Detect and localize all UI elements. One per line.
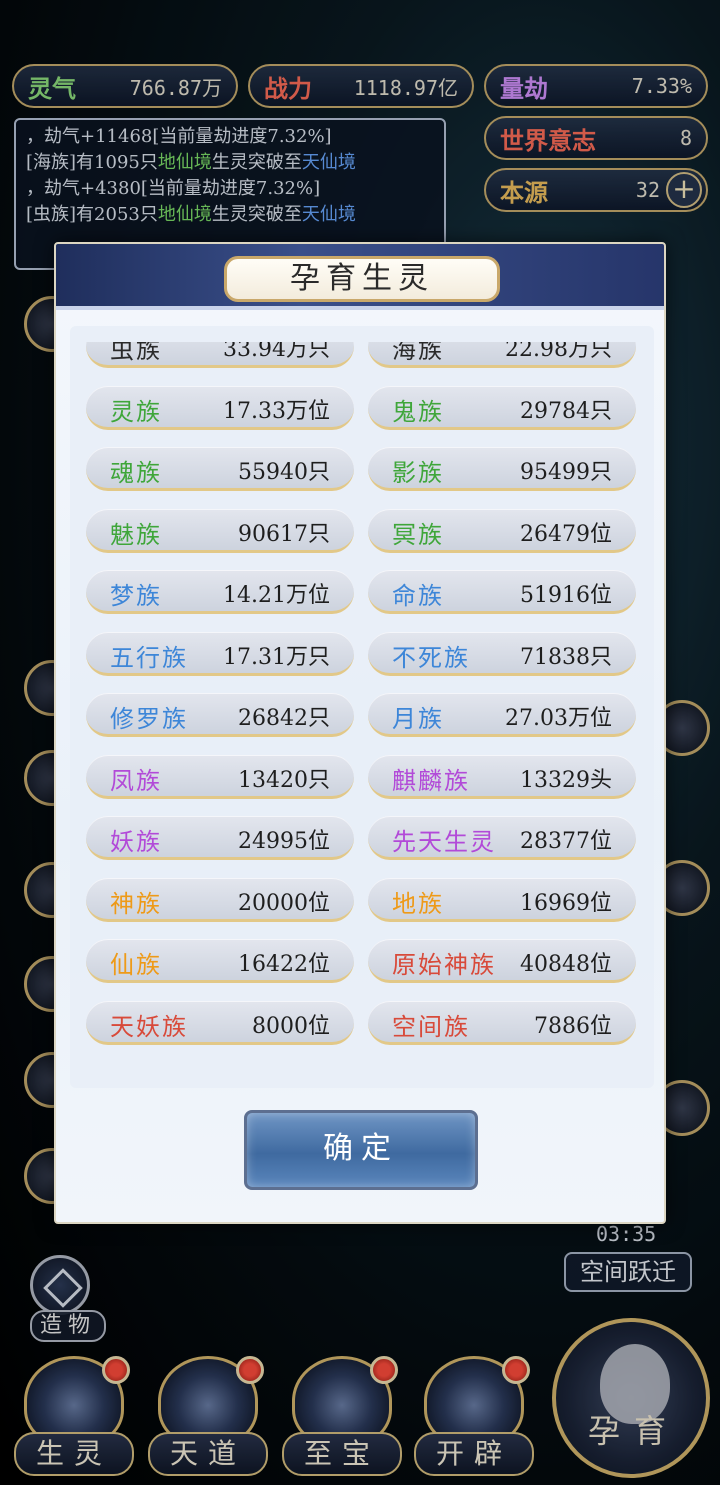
- race-name: 魅族: [110, 520, 162, 549]
- race-row: 冥族 26479位: [368, 508, 636, 553]
- race-count: 7886位: [534, 1013, 612, 1039]
- race-name: 五行族: [110, 643, 188, 672]
- race-row: 天妖族 8000位: [86, 1000, 354, 1045]
- race-name: 地族: [392, 889, 444, 918]
- race-name: 先天生灵: [392, 828, 496, 856]
- race-row: 空间族 7886位: [368, 1000, 636, 1045]
- race-name: 麒麟族: [392, 766, 470, 795]
- race-name: 虫族: [110, 342, 162, 364]
- race-count: 28377位: [520, 829, 612, 854]
- race-row: 麒麟族 13329头: [368, 754, 636, 799]
- race-name: 影族: [392, 459, 444, 487]
- race-count: 29784只: [520, 398, 612, 424]
- race-row: 凤族 13420只: [86, 754, 354, 799]
- race-row: 五行族 17.31万只: [86, 631, 354, 676]
- race-count: 51916位: [520, 583, 612, 608]
- race-name: 月族: [392, 705, 444, 733]
- race-row: 魂族 55940只: [86, 447, 354, 491]
- race-name: 神族: [110, 889, 162, 918]
- race-name: 空间族: [392, 1012, 470, 1041]
- race-name: 原始神族: [392, 951, 496, 979]
- race-name: 凤族: [110, 766, 162, 795]
- race-row: 梦族 14.21万位: [86, 570, 354, 614]
- race-name: 修罗族: [110, 705, 188, 733]
- race-count: 16422位: [238, 952, 330, 977]
- confirm-button[interactable]: 确定: [244, 1110, 478, 1190]
- race-count: 17.31万只: [223, 644, 330, 670]
- race-row: 妖族 24995位: [86, 816, 354, 860]
- race-row: 月族 27.03万位: [368, 693, 636, 737]
- race-row: 不死族 71838只: [368, 631, 636, 676]
- race-count: 90617只: [238, 521, 330, 547]
- race-count: 71838只: [520, 644, 612, 670]
- race-row: 鬼族 29784只: [368, 385, 636, 430]
- race-count: 13420只: [238, 767, 330, 793]
- race-count: 17.33万位: [223, 398, 330, 424]
- race-count: 16969位: [520, 890, 612, 916]
- race-count: 22.98万只: [505, 342, 612, 362]
- race-grid[interactable]: 虫族 33.94万只 海族 22.98万只灵族 17.33万位 鬼族 29784只魂族 559…: [72, 342, 638, 1084]
- race-row: 地族 16969位: [368, 877, 636, 922]
- race-count: 20000位: [238, 890, 330, 916]
- incubate-creatures-dialog: 孕育生灵 虫族 33.94万只 海族 22.98万只灵族 17.33万位 鬼族 29784只…: [54, 242, 666, 1224]
- race-count: 55940只: [238, 460, 330, 485]
- race-row: 先天生灵 28377位: [368, 816, 636, 860]
- race-name: 鬼族: [392, 397, 444, 426]
- race-row: 灵族 17.33万位: [86, 385, 354, 430]
- race-name: 仙族: [110, 951, 162, 979]
- race-count: 33.94万只: [223, 342, 330, 362]
- race-name: 魂族: [110, 459, 162, 487]
- race-count: 24995位: [238, 829, 330, 854]
- race-name: 冥族: [392, 520, 444, 549]
- race-row: 原始神族 40848位: [368, 939, 636, 983]
- race-name: 天妖族: [110, 1012, 188, 1041]
- race-name: 命族: [392, 582, 444, 610]
- race-row: 虫族 33.94万只: [86, 342, 354, 368]
- race-name: 不死族: [392, 643, 470, 672]
- race-count: 13329头: [520, 767, 612, 793]
- race-count: 26479位: [520, 521, 612, 547]
- race-row: 影族 95499只: [368, 447, 636, 491]
- race-count: 95499只: [520, 460, 612, 485]
- race-row: 魅族 90617只: [86, 508, 354, 553]
- dialog-title: 孕育生灵: [224, 256, 500, 302]
- race-row: 修罗族 26842只: [86, 693, 354, 737]
- race-name: 灵族: [110, 397, 162, 426]
- race-name: 海族: [392, 342, 444, 364]
- race-count: 26842只: [238, 706, 330, 731]
- race-name: 梦族: [110, 582, 162, 610]
- race-row: 神族 20000位: [86, 877, 354, 922]
- race-row: 海族 22.98万只: [368, 342, 636, 368]
- race-row: 命族 51916位: [368, 570, 636, 614]
- race-row: 仙族 16422位: [86, 939, 354, 983]
- race-count: 8000位: [252, 1013, 330, 1039]
- race-name: 妖族: [110, 828, 162, 856]
- race-count: 40848位: [520, 952, 612, 977]
- race-count: 27.03万位: [505, 706, 612, 731]
- race-count: 14.21万位: [223, 583, 330, 608]
